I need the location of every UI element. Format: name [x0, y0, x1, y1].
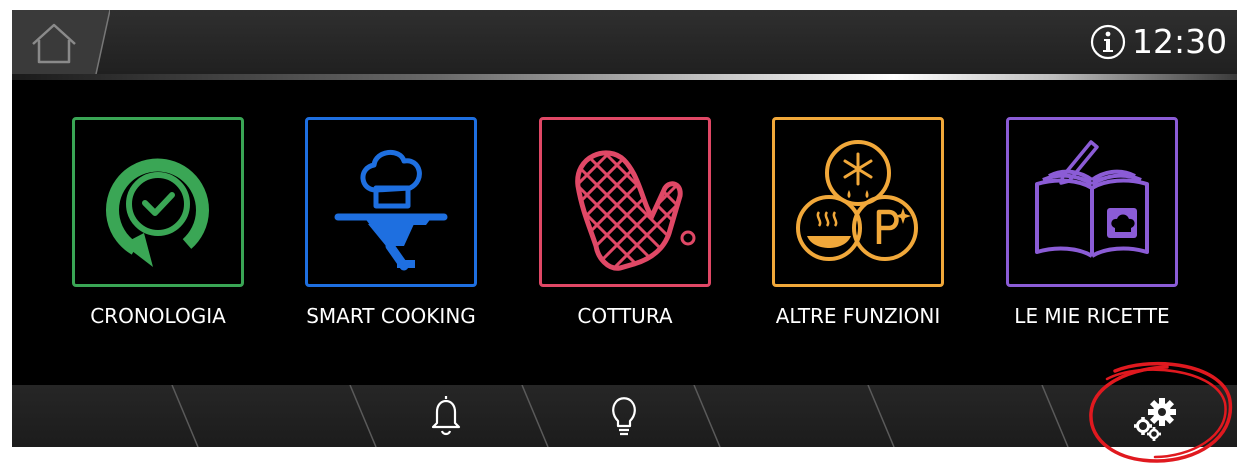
snowflake-icon — [843, 152, 873, 186]
label-smart-cooking: SMART COOKING — [306, 304, 476, 328]
label-cronologia: CRONOLOGIA — [90, 304, 226, 328]
chef-cloche-icon — [334, 150, 448, 271]
home-button[interactable] — [12, 10, 110, 74]
header-divider — [12, 74, 1237, 80]
tile-cronologia[interactable] — [72, 117, 244, 287]
recipe-book-icon — [1035, 140, 1149, 258]
settings-gears-icon[interactable] — [1129, 395, 1183, 441]
bell-icon[interactable] — [430, 393, 462, 437]
tile-le-mie-ricette[interactable] — [1006, 117, 1178, 287]
tile-altre-funzioni[interactable] — [772, 117, 944, 287]
label-altre-funzioni: ALTRE FUNZIONI — [775, 304, 941, 328]
lightbulb-icon[interactable] — [610, 393, 638, 439]
tile-cottura[interactable] — [539, 117, 711, 287]
label-cottura: COTTURA — [577, 304, 673, 328]
oven-display: 12:30 CRONOLOGIA SMART COOKING COTTURA A… — [12, 10, 1237, 447]
top-bar: 12:30 — [12, 10, 1237, 74]
tile-smart-cooking[interactable] — [305, 117, 477, 287]
oven-mitt-icon — [575, 150, 696, 271]
bottom-bar — [12, 385, 1237, 447]
functions-icon — [796, 140, 918, 261]
label-le-mie-ricette: LE MIE RICETTE — [1014, 304, 1170, 328]
steam-dish-icon — [816, 211, 838, 227]
info-icon[interactable] — [1090, 24, 1126, 60]
clock: 12:30 — [1132, 22, 1228, 61]
history-clock-icon — [106, 158, 209, 267]
